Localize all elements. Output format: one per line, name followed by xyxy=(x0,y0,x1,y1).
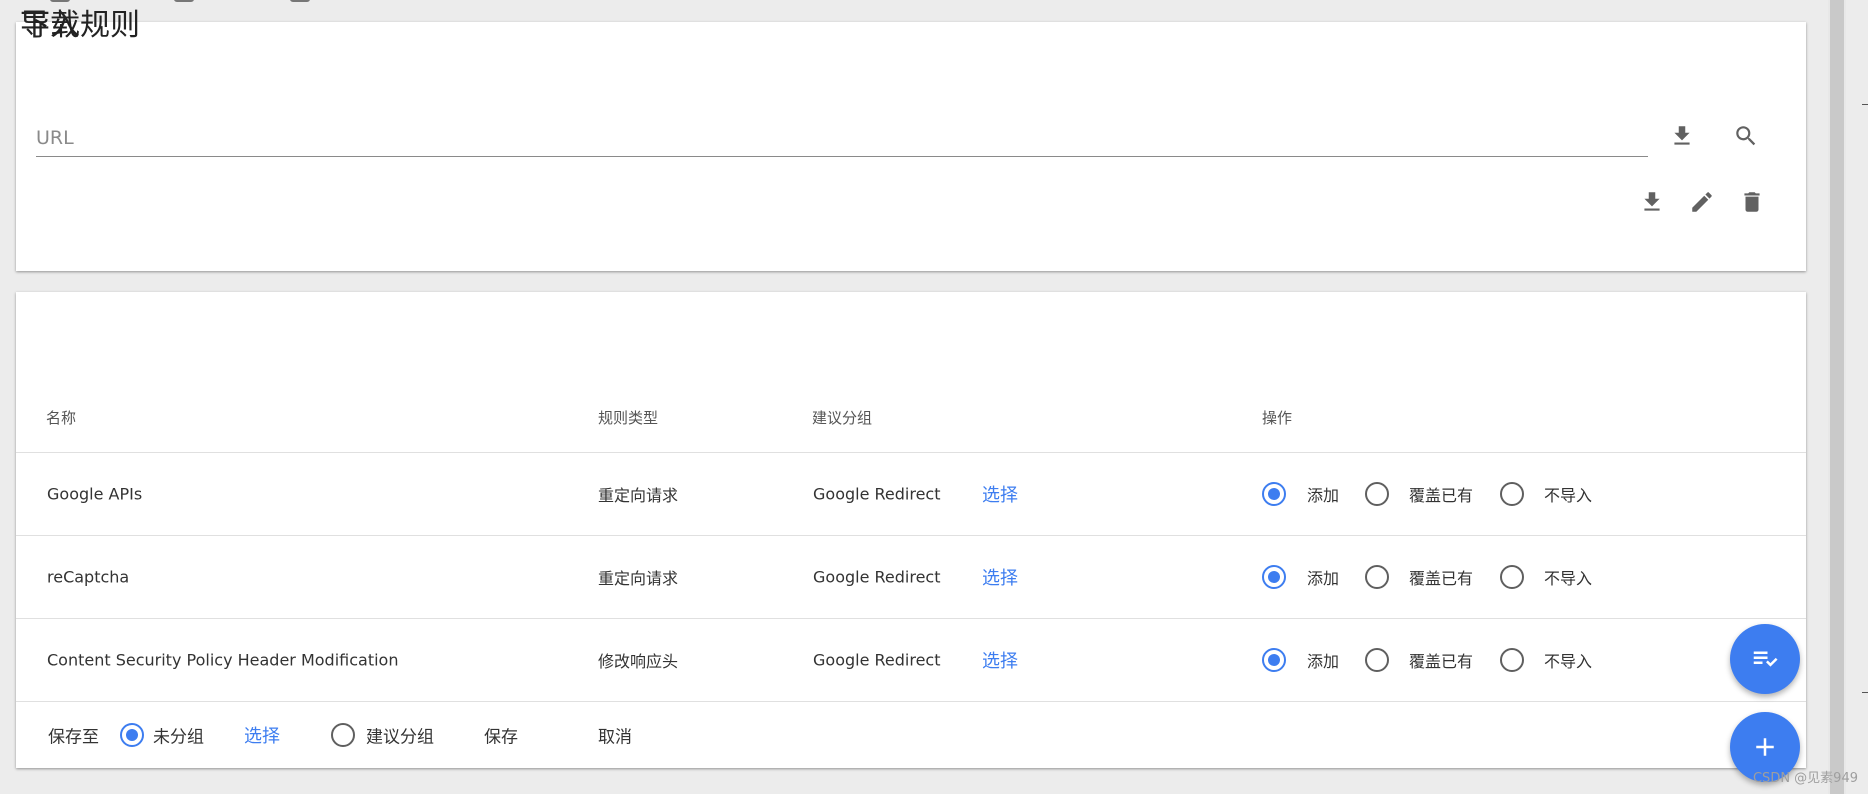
radio-add-label: 添加 xyxy=(1307,651,1340,671)
import-footer: 保存至 未分组 选择 建议分组 保存 取消 xyxy=(16,701,1806,768)
radio-skip[interactable] xyxy=(1500,564,1524,589)
download-icon[interactable] xyxy=(1634,184,1670,220)
radio-overwrite-label: 覆盖已有 xyxy=(1409,485,1474,505)
radio-skip-label: 不导入 xyxy=(1544,568,1593,588)
rule-name: Content Security Policy Header Modificat… xyxy=(47,650,399,669)
save-to-label: 保存至 xyxy=(48,727,99,747)
url-field[interactable] xyxy=(36,120,1648,157)
radio-ungrouped-label: 未分组 xyxy=(153,727,204,747)
save-button[interactable]: 保存 xyxy=(484,722,518,747)
radio-skip[interactable] xyxy=(1500,647,1524,672)
scrollbar[interactable] xyxy=(1828,0,1846,794)
radio-add-label: 添加 xyxy=(1307,568,1340,588)
radio-suggested-group-label: 建议分组 xyxy=(366,727,434,747)
rule-type: 重定向请求 xyxy=(598,568,679,588)
select-group-link[interactable]: 选择 xyxy=(982,647,1018,673)
suggested-group: Google Redirect xyxy=(813,484,941,503)
radio-overwrite[interactable] xyxy=(1365,647,1389,672)
suggested-group: Google Redirect xyxy=(813,650,941,669)
scrollbar-thumb[interactable] xyxy=(1830,0,1844,794)
select-group-link[interactable]: 选择 xyxy=(982,481,1018,507)
radio-overwrite[interactable] xyxy=(1365,481,1389,506)
cancel-button[interactable]: 取消 xyxy=(598,722,632,747)
edge-mark xyxy=(1862,692,1868,693)
import-title: 导入 xyxy=(20,8,80,43)
search-icon[interactable] xyxy=(1728,118,1764,154)
radio-add-label: 添加 xyxy=(1307,485,1340,505)
playlist-check-icon xyxy=(1753,651,1778,667)
suggested-group: Google Redirect xyxy=(813,567,941,586)
radio-add[interactable] xyxy=(1262,564,1286,589)
column-header-name: 名称 xyxy=(46,409,77,427)
download-icon[interactable] xyxy=(1664,118,1700,154)
url-input[interactable] xyxy=(36,124,1648,152)
rule-name: reCaptcha xyxy=(47,567,130,586)
radio-overwrite-label: 覆盖已有 xyxy=(1409,651,1474,671)
toolbar-icon[interactable] xyxy=(290,0,310,2)
radio-skip-label: 不导入 xyxy=(1544,651,1593,671)
radio-suggested-group[interactable] xyxy=(331,722,355,747)
batch-select-fab[interactable] xyxy=(1730,624,1800,694)
edit-icon[interactable] xyxy=(1684,184,1720,220)
radio-add[interactable] xyxy=(1262,647,1286,672)
radio-add[interactable] xyxy=(1262,481,1286,506)
toolbar-icon[interactable] xyxy=(174,0,194,2)
rule-type: 修改响应头 xyxy=(598,651,679,671)
radio-ungrouped[interactable] xyxy=(120,722,144,747)
column-header-suggested-group: 建议分组 xyxy=(812,409,873,427)
delete-icon[interactable] xyxy=(1734,184,1770,220)
watermark: CSDN @见素949 xyxy=(1752,771,1858,786)
radio-overwrite-label: 覆盖已有 xyxy=(1409,568,1474,588)
radio-skip-label: 不导入 xyxy=(1544,485,1593,505)
table-row: Content Security Policy Header Modificat… xyxy=(16,618,1806,701)
table-row: Google APIs 重定向请求 Google Redirect 选择 添加 … xyxy=(16,452,1806,535)
column-header-action: 操作 xyxy=(1262,409,1293,427)
rule-type: 重定向请求 xyxy=(598,485,679,505)
plus-icon xyxy=(1756,738,1774,756)
select-target-group-link[interactable]: 选择 xyxy=(244,722,280,748)
select-group-link[interactable]: 选择 xyxy=(982,564,1018,590)
column-header-rule-type: 规则类型 xyxy=(598,409,659,427)
radio-skip[interactable] xyxy=(1500,481,1524,506)
radio-overwrite[interactable] xyxy=(1365,564,1389,589)
table-row: reCaptcha 重定向请求 Google Redirect 选择 添加 覆盖… xyxy=(16,535,1806,618)
rule-name: Google APIs xyxy=(47,484,143,503)
edge-mark xyxy=(1862,104,1868,105)
